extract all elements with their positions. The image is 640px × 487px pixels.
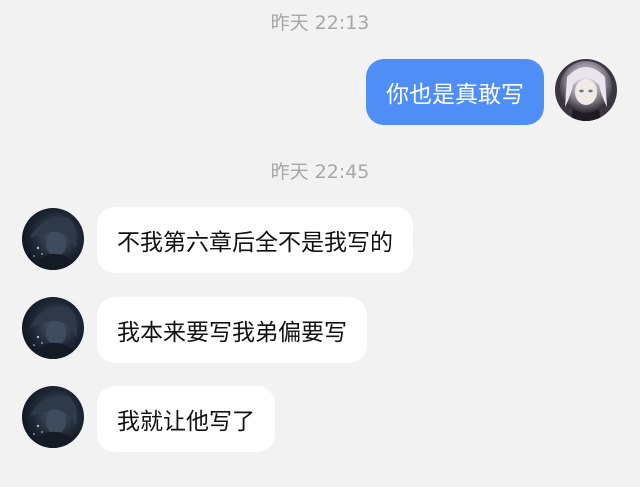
incoming-message-bubble[interactable]: 我就让他写了	[97, 386, 275, 452]
outgoing-message-bubble[interactable]: 你也是真敢写	[366, 59, 544, 125]
timestamp: 昨天 22:13	[270, 12, 370, 34]
dark-character-avatar[interactable]	[22, 208, 84, 270]
timestamp: 昨天 22:45	[270, 161, 370, 183]
incoming-message-bubble[interactable]: 不我第六章后全不是我写的	[97, 207, 413, 273]
anime-girl-avatar[interactable]	[555, 59, 617, 121]
incoming-message-bubble[interactable]: 我本来要写我弟偏要写	[97, 297, 367, 363]
dark-character-avatar[interactable]	[22, 386, 84, 448]
dark-character-avatar[interactable]	[22, 297, 84, 359]
